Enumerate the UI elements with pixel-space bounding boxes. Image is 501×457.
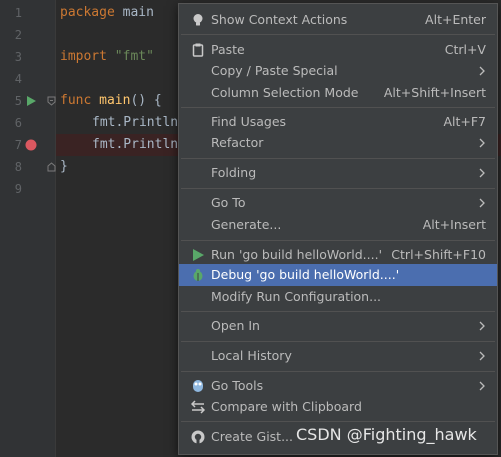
menu-separator [181, 341, 495, 342]
menu-item-label: Create Gist... [211, 429, 294, 444]
chevron-right-icon [479, 321, 485, 331]
run-gutter-icon[interactable] [25, 95, 37, 107]
menu-separator [181, 158, 495, 159]
string-literal: "fmt" [114, 49, 154, 64]
menu-item-label: Go To [211, 195, 246, 210]
menu-item-find-usages[interactable]: Find Usages Alt+F7 [179, 111, 497, 133]
menu-item-go-to[interactable]: Go To [179, 192, 497, 214]
clipboard-icon [192, 43, 204, 57]
menu-separator [181, 240, 495, 241]
menu-item-shortcut: Alt+Insert [422, 217, 486, 232]
menu-item-shortcut: Ctrl+Shift+F10 [391, 247, 486, 262]
menu-item-column-selection-mode[interactable]: Column Selection Mode Alt+Shift+Insert [179, 82, 497, 104]
menu-separator [181, 311, 495, 312]
menu-item-label: Generate... [211, 217, 282, 232]
menu-item-run[interactable]: Run 'go build helloWorld....' Ctrl+Shift… [179, 244, 497, 266]
menu-item-label: Column Selection Mode [211, 85, 359, 100]
menu-item-shortcut: Alt+Enter [425, 12, 486, 27]
github-icon [191, 430, 205, 444]
line-number: 9 [14, 182, 22, 196]
menu-separator [181, 421, 495, 422]
menu-item-label: Paste [211, 42, 245, 57]
editor-line-7-gutter[interactable]: 7 [0, 134, 56, 156]
menu-item-copy-paste-special[interactable]: Copy / Paste Special [179, 60, 497, 82]
menu-item-compare-with-clipboard[interactable]: Compare with Clipboard [179, 396, 497, 418]
menu-item-label: Copy / Paste Special [211, 63, 338, 78]
menu-item-shortcut: Alt+F7 [443, 114, 486, 129]
menu-item-open-in[interactable]: Open In [179, 315, 497, 337]
code-text: func main() { [60, 90, 162, 112]
line-number: 2 [14, 28, 22, 42]
line-number: 7 [14, 138, 22, 152]
code-text: fmt.Println [92, 137, 179, 152]
menu-item-label: Refactor [211, 135, 264, 150]
menu-item-label: Show Context Actions [211, 12, 348, 27]
code-text: import "fmt" [60, 46, 154, 68]
menu-item-generate[interactable]: Generate... Alt+Insert [179, 214, 497, 236]
menu-item-label: Modify Run Configuration... [211, 289, 382, 304]
bulb-icon [193, 14, 203, 26]
menu-item-folding[interactable]: Folding [179, 162, 497, 184]
compare-icon [191, 400, 205, 414]
fold-end-icon[interactable] [47, 162, 56, 172]
menu-item-label: Find Usages [211, 114, 287, 129]
punctuation: () { [130, 93, 162, 108]
menu-item-paste[interactable]: Paste Ctrl+V [179, 39, 497, 61]
menu-item-label: Debug 'go build helloWorld....' [211, 267, 400, 282]
keyword: import [60, 49, 107, 64]
menu-separator [181, 34, 495, 35]
chevron-right-icon [479, 351, 485, 361]
menu-separator [181, 371, 495, 372]
menu-separator [181, 107, 495, 108]
fold-icon[interactable] [47, 96, 56, 106]
line-number: 1 [14, 6, 22, 20]
menu-item-label: Folding [211, 165, 257, 180]
chevron-right-icon [479, 168, 485, 178]
chevron-right-icon [479, 198, 485, 208]
function-name: main [99, 93, 131, 108]
menu-item-shortcut: Alt+Shift+Insert [383, 85, 486, 100]
menu-item-show-context-actions[interactable]: Show Context Actions Alt+Enter [179, 9, 497, 31]
line-number: 6 [14, 116, 22, 130]
code-text: package main [60, 2, 154, 24]
menu-item-label: Go Tools [211, 378, 264, 393]
keyword: package [60, 5, 115, 20]
menu-item-label: Compare with Clipboard [211, 399, 362, 414]
chevron-right-icon [479, 381, 485, 391]
context-menu: Show Context Actions Alt+Enter Paste Ctr… [178, 3, 498, 455]
menu-item-refactor[interactable]: Refactor [179, 132, 497, 154]
debug-icon [193, 269, 203, 281]
watermark-text: CSDN @Fighting_hawk [296, 425, 477, 444]
breakpoint-icon[interactable] [25, 139, 37, 151]
menu-item-label: Run 'go build helloWorld....' [211, 247, 383, 262]
menu-item-modify-run-configuration[interactable]: Modify Run Configuration... [179, 286, 497, 308]
keyword: func [60, 93, 92, 108]
chevron-right-icon [479, 138, 485, 148]
line-number: 4 [14, 72, 22, 86]
code-text: } [60, 159, 68, 174]
menu-item-shortcut: Ctrl+V [444, 42, 486, 57]
menu-item-label: Open In [211, 318, 260, 333]
chevron-right-icon [479, 66, 485, 76]
code-text: fmt.Println [92, 115, 179, 130]
line-number: 5 [14, 94, 22, 108]
menu-item-local-history[interactable]: Local History [179, 345, 497, 367]
run-icon [193, 249, 204, 261]
line-number: 3 [14, 50, 22, 64]
go-tools-icon [193, 380, 203, 392]
line-number: 8 [14, 160, 22, 174]
menu-item-label: Local History [211, 348, 292, 363]
menu-item-go-tools[interactable]: Go Tools [179, 375, 497, 397]
menu-item-debug[interactable]: Debug 'go build helloWorld....' [179, 264, 497, 286]
identifier: main [114, 5, 154, 20]
menu-separator [181, 188, 495, 189]
